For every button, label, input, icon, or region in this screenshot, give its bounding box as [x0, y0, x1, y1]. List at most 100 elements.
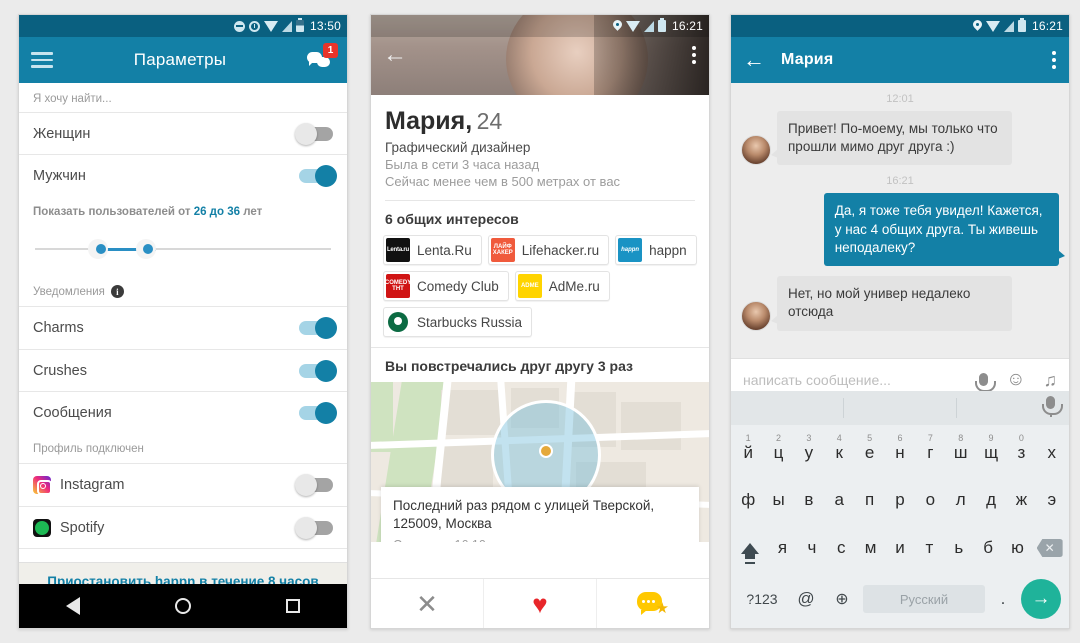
info-icon[interactable]: i	[110, 285, 124, 298]
key-п[interactable]: п	[855, 481, 883, 519]
key-в[interactable]: в	[795, 481, 823, 519]
crossing-map[interactable]: Последний раз рядом с улицей Тверской, 1…	[371, 382, 709, 542]
setting-row-charms[interactable]: Charms	[19, 307, 347, 349]
key-м[interactable]: м	[857, 529, 884, 567]
lifehacker-logo-icon: ЛАЙФ ХАКЕР	[490, 238, 515, 262]
numeric-key[interactable]: ?123	[739, 591, 785, 607]
key-н[interactable]: 6н	[886, 433, 914, 472]
status-time: 13:50	[309, 19, 341, 33]
setting-row-men[interactable]: Мужчин	[19, 154, 347, 196]
setting-label: Женщин	[33, 125, 91, 142]
setting-row-messages[interactable]: Сообщения	[19, 391, 347, 433]
toggle-messages[interactable]	[299, 401, 337, 424]
back-icon[interactable]	[66, 597, 81, 615]
key-ы[interactable]: ы	[764, 481, 792, 519]
overflow-menu-icon[interactable]	[692, 46, 696, 64]
key-к[interactable]: 4к	[825, 433, 853, 472]
key-г[interactable]: 7г	[916, 433, 944, 472]
hamburger-icon[interactable]	[31, 52, 53, 68]
interest-chip[interactable]: COMEDY ТНТ Comedy Club	[383, 271, 509, 301]
key-т[interactable]: т	[916, 529, 943, 567]
status-bar: 13:50	[19, 15, 347, 37]
key-д[interactable]: д	[977, 481, 1005, 519]
toggle-women[interactable]	[295, 122, 333, 145]
toggle-men[interactable]	[299, 164, 337, 187]
shift-icon[interactable]	[734, 531, 767, 565]
message-input[interactable]: написать сообщение...	[743, 372, 961, 388]
toggle-instagram[interactable]	[295, 474, 333, 496]
key-я[interactable]: я	[769, 529, 796, 567]
toggle-spotify[interactable]	[295, 516, 333, 539]
key-щ[interactable]: 9щ	[977, 433, 1005, 472]
interest-chip[interactable]: Starbucks Russia	[383, 307, 533, 337]
key-ш[interactable]: 8ш	[947, 433, 975, 472]
at-key[interactable]: @	[791, 589, 821, 609]
wifi-icon	[985, 20, 1000, 32]
key-ч[interactable]: ч	[798, 529, 825, 567]
chat-message-list[interactable]: 12:01 Привет! По-моему, мы только что пр…	[731, 83, 1069, 358]
profile-body: Мария, 24 Графический дизайнер Была в се…	[371, 95, 709, 584]
period-key[interactable]: .	[991, 589, 1015, 609]
setting-row-crushes[interactable]: Crushes	[19, 349, 347, 391]
key-й[interactable]: 1й	[734, 433, 762, 472]
signal-icon	[643, 20, 654, 32]
back-arrow-icon[interactable]: ←	[743, 49, 765, 71]
charm-button[interactable]: ★	[597, 579, 709, 628]
suggestion-slot[interactable]	[844, 398, 957, 418]
key-с[interactable]: с	[828, 529, 855, 567]
chat-bubbles-icon[interactable]: 1	[307, 43, 339, 72]
message-timestamp: 16:21	[886, 175, 914, 188]
lenta-logo-icon: Lenta.ru	[386, 238, 410, 262]
toggle-charms[interactable]	[299, 317, 337, 339]
space-key[interactable]: Русский	[863, 585, 985, 613]
backspace-icon[interactable]: ✕	[1033, 531, 1066, 565]
emoji-icon[interactable]: ☺	[1006, 370, 1025, 389]
toggle-crushes[interactable]	[299, 359, 337, 382]
back-arrow-icon[interactable]: ←	[383, 43, 407, 67]
like-button[interactable]: ♥	[484, 579, 597, 628]
send-arrow-icon[interactable]: →	[1021, 579, 1061, 619]
slider-thumb-max[interactable]	[143, 244, 154, 254]
comedyclub-logo-icon: COMEDY ТНТ	[386, 274, 410, 298]
key-л[interactable]: л	[947, 481, 975, 519]
interest-chip[interactable]: happn happn	[615, 235, 697, 265]
key-з[interactable]: 0з	[1007, 433, 1035, 472]
key-ь[interactable]: ь	[945, 529, 972, 567]
key-ф[interactable]: ф	[734, 481, 762, 519]
reject-button[interactable]: ✕	[371, 579, 484, 628]
key-ж[interactable]: ж	[1007, 481, 1035, 519]
recents-icon[interactable]	[285, 599, 300, 613]
mic-icon[interactable]	[1042, 396, 1063, 417]
profile-last-seen: Была в сети 3 часа назад	[385, 157, 540, 172]
key-х[interactable]: х	[1038, 434, 1066, 472]
suggestion-slot[interactable]	[957, 396, 1069, 418]
key-ц[interactable]: 2ц	[764, 433, 792, 472]
music-icon[interactable]: ♫	[1044, 371, 1058, 389]
age-range-slider[interactable]	[19, 225, 347, 275]
key-а[interactable]: а	[825, 481, 853, 519]
key-б[interactable]: б	[974, 529, 1001, 567]
key-е[interactable]: 5е	[855, 433, 883, 472]
mic-icon[interactable]	[975, 373, 997, 394]
interest-chip[interactable]: Lenta.ru Lenta.Ru	[383, 235, 482, 265]
setting-row-instagram[interactable]: Instagram	[19, 464, 347, 506]
globe-icon[interactable]: ⊕	[827, 589, 857, 609]
key-э[interactable]: э	[1038, 481, 1066, 519]
key-и[interactable]: и	[886, 529, 913, 567]
key-ю[interactable]: ю	[1004, 529, 1031, 567]
setting-label: Spotify	[60, 519, 105, 536]
setting-row-spotify[interactable]: Spotify	[19, 506, 347, 548]
setting-row-women[interactable]: Женщин	[19, 112, 347, 154]
interest-chip[interactable]: ЛАЙФ ХАКЕР Lifehacker.ru	[487, 235, 610, 265]
profile-action-bar: ✕ ♥ ★	[371, 578, 709, 628]
spotify-icon	[33, 518, 51, 537]
key-у[interactable]: 3у	[795, 433, 823, 472]
suggestion-slot[interactable]	[731, 398, 844, 418]
interest-chip[interactable]: ADME AdMe.ru	[514, 271, 610, 301]
slider-thumb-min[interactable]	[95, 244, 106, 254]
overflow-menu-icon[interactable]	[1052, 51, 1056, 69]
key-о[interactable]: о	[916, 481, 944, 519]
key-р[interactable]: р	[886, 481, 914, 519]
home-icon[interactable]	[174, 598, 191, 614]
phone-chat-screen: 16:21 ← Мария 12:01 Привет! По-моему, мы…	[730, 14, 1070, 629]
